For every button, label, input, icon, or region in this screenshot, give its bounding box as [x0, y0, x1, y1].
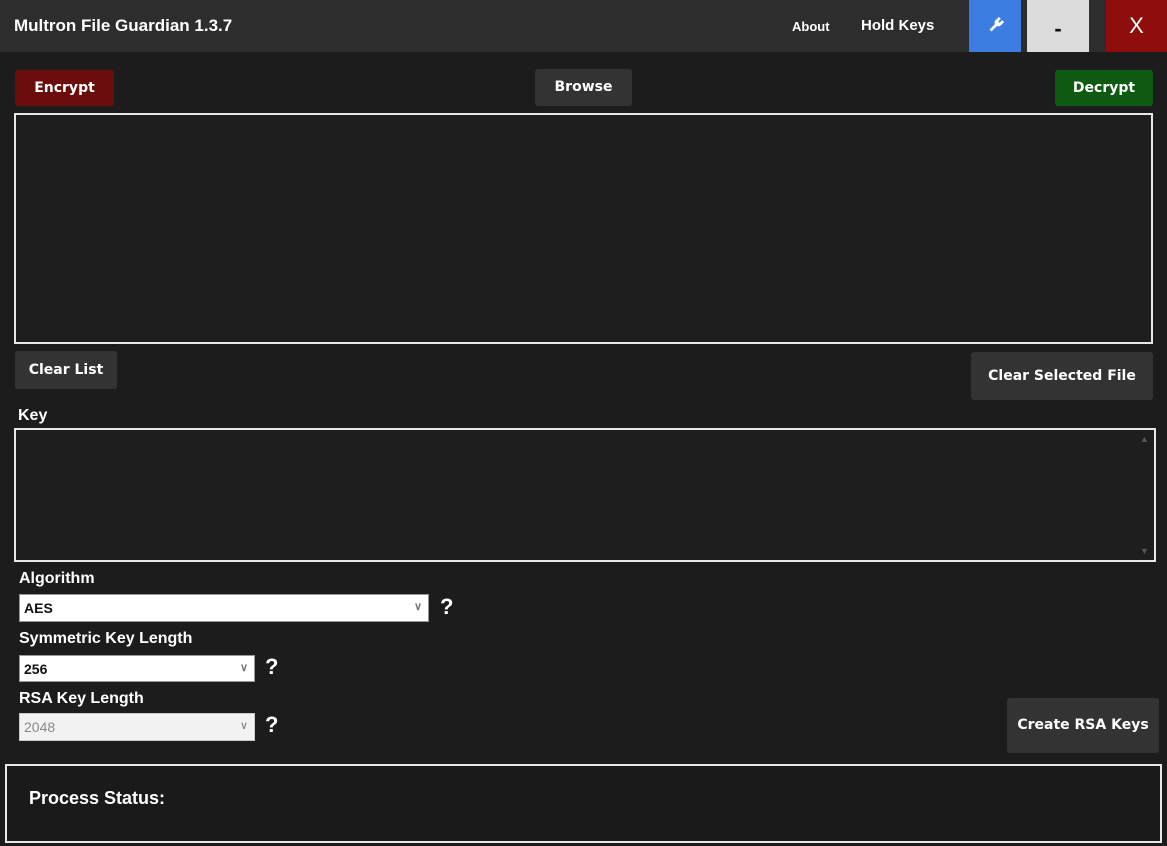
symmetric-key-length-label: Symmetric Key Length — [19, 630, 193, 647]
symmetric-key-length-select[interactable]: 256 ∨ — [19, 655, 255, 682]
process-status-label: Process Status: — [29, 788, 166, 808]
symmetric-key-length-help-button[interactable]: ? — [265, 654, 278, 680]
scroll-down-icon[interactable]: ▼ — [1140, 546, 1149, 556]
key-scrollbar[interactable]: ▲ ▼ — [1136, 430, 1154, 560]
hold-keys-link[interactable]: Hold Keys — [861, 17, 934, 34]
key-textarea[interactable]: ▲ ▼ — [14, 428, 1156, 562]
decrypt-button[interactable]: Decrypt — [1055, 70, 1153, 106]
close-button[interactable]: X — [1106, 0, 1167, 52]
encrypt-button[interactable]: Encrypt — [15, 70, 114, 106]
rsa-key-length-label: RSA Key Length — [19, 690, 144, 707]
scroll-up-icon[interactable]: ▲ — [1140, 434, 1149, 444]
rsa-key-length-select: 2048 ∨ — [19, 713, 255, 741]
rsa-key-length-help-button[interactable]: ? — [265, 712, 278, 738]
chevron-down-icon: ∨ — [239, 662, 248, 674]
file-list[interactable] — [14, 113, 1153, 344]
chevron-down-icon: ∨ — [413, 601, 422, 613]
key-label: Key — [18, 407, 48, 424]
browse-button[interactable]: Browse — [535, 69, 632, 106]
about-link[interactable]: About — [792, 19, 830, 34]
minimize-button[interactable]: - — [1027, 0, 1089, 52]
algorithm-select[interactable]: AES ∨ — [19, 594, 429, 622]
chevron-down-icon: ∨ — [239, 720, 248, 732]
clear-selected-file-button[interactable]: Clear Selected File — [971, 352, 1153, 400]
rsa-key-length-value: 2048 — [24, 719, 56, 735]
create-rsa-keys-button[interactable]: Create RSA Keys — [1007, 698, 1159, 753]
process-status-panel: Process Status: — [5, 764, 1162, 843]
algorithm-value: AES — [24, 600, 53, 616]
settings-button[interactable] — [969, 0, 1021, 52]
algorithm-help-button[interactable]: ? — [440, 594, 453, 620]
clear-list-button[interactable]: Clear List — [15, 351, 117, 389]
symmetric-key-length-value: 256 — [24, 660, 48, 677]
app-title: Multron File Guardian 1.3.7 — [14, 16, 233, 35]
wrench-icon — [989, 16, 1005, 32]
algorithm-label: Algorithm — [19, 570, 95, 587]
